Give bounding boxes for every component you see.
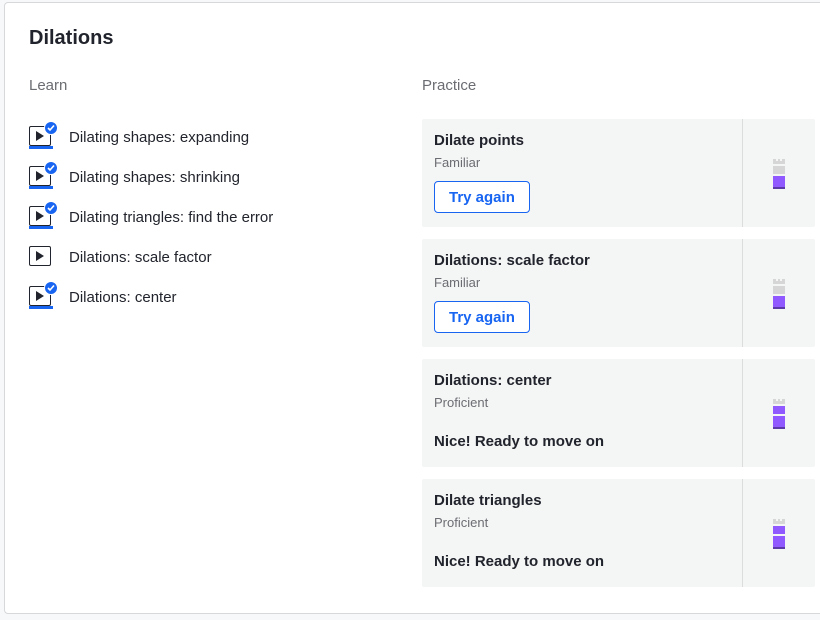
learn-item-dilations-scale-factor[interactable]: Dilations: scale factor: [29, 237, 273, 277]
learn-item-label: Dilating shapes: shrinking: [69, 168, 240, 186]
card-divider: [742, 359, 743, 467]
practice-level: Proficient: [434, 395, 489, 410]
try-again-button[interactable]: Try again: [434, 301, 530, 333]
checkmark-badge-icon: [44, 121, 58, 135]
checkmark-badge-icon: [44, 201, 58, 215]
learn-section-label: Learn: [29, 77, 68, 94]
mastery-tower-icon: [773, 519, 785, 549]
card-divider: [742, 119, 743, 227]
practice-list: Dilate points Familiar Try again Dilatio…: [422, 119, 815, 599]
learn-item-dilating-triangles-find-the-error[interactable]: Dilating triangles: find the error: [29, 197, 273, 237]
practice-message: Nice! Ready to move on: [434, 553, 605, 570]
video-play-icon: [29, 161, 58, 189]
learn-item-label: Dilating triangles: find the error: [69, 208, 274, 226]
practice-title: Dilations: scale factor: [434, 252, 590, 269]
mastery-tower-icon: [773, 279, 785, 309]
practice-section-label: Practice: [422, 77, 477, 94]
learn-item-label: Dilations: center: [69, 288, 177, 306]
video-play-icon: [29, 121, 58, 149]
mastery-tower-icon: [773, 399, 785, 429]
learn-item-label: Dilations: scale factor: [69, 248, 212, 266]
practice-card-dilations-center: Dilations: center Proficient Nice! Ready…: [422, 359, 815, 467]
learn-list: Dilating shapes: expanding Dilating shap…: [29, 117, 273, 317]
unit-title: Dilations: [29, 27, 114, 49]
checkmark-badge-icon: [44, 281, 58, 295]
video-play-icon: [29, 245, 53, 269]
card-divider: [742, 479, 743, 587]
learn-item-dilations-center[interactable]: Dilations: center: [29, 277, 273, 317]
practice-level: Familiar: [434, 155, 481, 170]
practice-card-dilate-points: Dilate points Familiar Try again: [422, 119, 815, 227]
try-again-button[interactable]: Try again: [434, 181, 530, 213]
mastery-tower-icon: [773, 159, 785, 189]
checkmark-badge-icon: [44, 161, 58, 175]
practice-message: Nice! Ready to move on: [434, 433, 605, 450]
card-divider: [742, 239, 743, 347]
practice-card-dilations-scale-factor: Dilations: scale factor Familiar Try aga…: [422, 239, 815, 347]
video-play-icon: [29, 281, 58, 309]
practice-level: Proficient: [434, 515, 489, 530]
learn-item-label: Dilating shapes: expanding: [69, 128, 250, 146]
video-play-icon: [29, 201, 58, 229]
practice-title: Dilate points: [434, 132, 525, 149]
learn-item-dilating-shapes-shrinking[interactable]: Dilating shapes: shrinking: [29, 157, 273, 197]
practice-level: Familiar: [434, 275, 481, 290]
practice-card-dilate-triangles: Dilate triangles Proficient Nice! Ready …: [422, 479, 815, 587]
unit-card: Dilations Learn Practice Dilating shapes…: [4, 2, 820, 614]
practice-title: Dilate triangles: [434, 492, 542, 509]
learn-item-dilating-shapes-expanding[interactable]: Dilating shapes: expanding: [29, 117, 273, 157]
practice-title: Dilations: center: [434, 372, 552, 389]
